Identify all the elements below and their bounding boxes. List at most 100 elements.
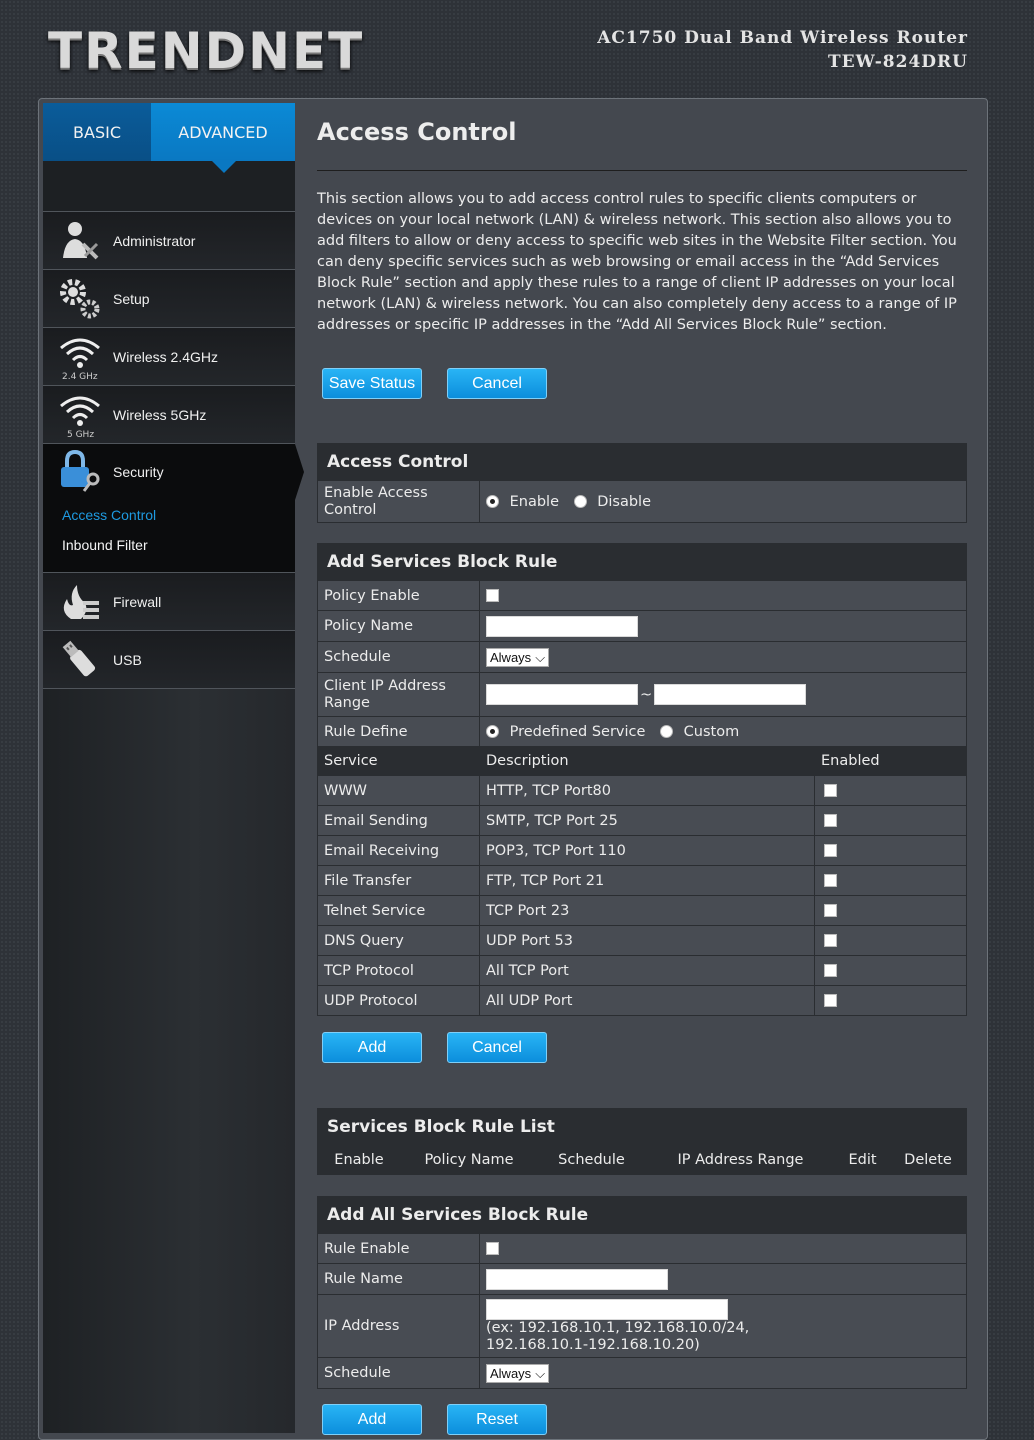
custom-radio[interactable] [660,725,674,738]
model-name: AC1750 Dual Band Wireless Router [597,28,968,48]
table-row: Telnet Service TCP Port 23 [317,895,967,926]
wifi-5-icon: 5 GHz [57,392,105,440]
policy-enable-checkbox[interactable] [486,589,499,602]
service-enabled-checkbox[interactable] [824,874,837,887]
ip-range-start-input[interactable] [486,684,638,705]
column-header-delete: Delete [889,1145,967,1175]
usb-icon [57,637,105,683]
add-all-rule-button[interactable]: Add [322,1404,422,1435]
predefined-service-label: Predefined Service [509,723,646,740]
ip-address-hint: (ex: 192.168.10.1, 192.168.10.0/24, 192.… [486,1319,750,1353]
rule-enable-checkbox[interactable] [486,1242,499,1255]
save-status-button[interactable]: Save Status [322,368,422,399]
service-enabled-checkbox[interactable] [824,814,837,827]
model-info: AC1750 Dual Band Wireless Router TEW-824… [597,26,968,74]
service-enabled-checkbox[interactable] [824,784,837,797]
lock-icon [57,449,105,495]
table-row: TCP Protocol All TCP Port [317,955,967,986]
sidebar-subitem-access-control[interactable]: Access Control [43,500,295,530]
mode-tabs: BASIC ADVANCED [43,103,295,173]
tab-basic[interactable]: BASIC [43,103,151,161]
wifi-band-label: 5 GHz [67,430,94,438]
table-row: WWW HTTP, TCP Port80 [317,775,967,806]
service-description: POP3, TCP Port 110 [479,835,815,866]
ip-address-input[interactable] [486,1298,728,1320]
policy-name-input[interactable] [486,615,638,637]
service-name: DNS Query [317,925,480,956]
rule-define-label: Rule Define [317,716,480,747]
table-row: UDP Protocol All UDP Port [317,985,967,1016]
service-description: UDP Port 53 [479,925,815,956]
rule-name-input[interactable] [486,1268,668,1290]
service-enabled-checkbox[interactable] [824,904,837,917]
enable-access-control-label: Enable Access Control [317,480,480,523]
column-header-description: Description [479,746,815,776]
sidebar-divider [43,688,295,689]
add-rule-button[interactable]: Add [322,1032,422,1063]
schedule-select[interactable]: Always ⌵ [486,647,550,667]
column-header-schedule: Schedule [537,1145,646,1175]
sidebar-item-administrator[interactable]: Administrator [43,211,295,269]
service-name: Email Receiving [317,835,480,866]
service-description: All UDP Port [479,985,815,1016]
sidebar-item-label: Wireless 5GHz [113,406,207,423]
cancel-rule-button[interactable]: Cancel [447,1032,547,1063]
section-header: Add Services Block Rule [317,543,967,581]
column-header-enabled: Enabled [814,746,967,776]
enable-radio[interactable] [486,495,499,508]
sidebar-item-label: Setup [113,290,150,307]
disable-radio[interactable] [573,495,587,508]
cancel-button[interactable]: Cancel [447,368,547,399]
schedule-select[interactable]: Always ⌵ [486,1363,550,1383]
service-name: TCP Protocol [317,955,480,986]
enable-radio-label: Enable [509,493,559,510]
sidebar-item-label: Firewall [113,593,162,610]
sidebar-item-wireless-24[interactable]: 2.4 GHz Wireless 2.4GHz [43,327,295,385]
tab-advanced[interactable]: ADVANCED [151,103,295,173]
service-name: WWW [317,775,480,806]
custom-label: Custom [683,723,740,740]
section-header: Add All Services Block Rule [317,1196,967,1234]
service-description: HTTP, TCP Port80 [479,775,815,806]
policy-enable-label: Policy Enable [317,580,480,611]
administrator-icon [57,218,105,264]
rule-enable-label: Rule Enable [317,1233,480,1264]
service-enabled-checkbox[interactable] [824,934,837,947]
table-row: File Transfer FTP, TCP Port 21 [317,865,967,896]
status-buttons: Save Status Cancel [322,368,967,399]
wifi-24-icon: 2.4 GHz [57,334,105,382]
sidebar-item-label: Wireless 2.4GHz [113,348,219,365]
ip-range-end-input[interactable] [654,684,807,705]
schedule-label: Schedule [317,641,480,673]
predefined-service-radio[interactable] [486,725,499,738]
schedule-value: Always [490,649,532,665]
service-description: FTP, TCP Port 21 [479,865,815,896]
column-header-service: Service [317,746,480,776]
chevron-down-icon: ⌵ [535,649,546,665]
table-row: Email Receiving POP3, TCP Port 110 [317,835,967,866]
service-description: All TCP Port [479,955,815,986]
ip-address-label: IP Address [317,1294,480,1358]
client-ip-range-label: Client IP Address Range [317,672,480,717]
wifi-band-label: 2.4 GHz [62,372,98,380]
all-services-table: Add All Services Block Rule Rule Enable … [317,1196,967,1389]
sidebar-subitem-inbound-filter[interactable]: Inbound Filter [43,530,295,560]
service-enabled-checkbox[interactable] [824,844,837,857]
section-header: Services Block Rule List [317,1108,967,1146]
sidebar-item-usb[interactable]: USB [43,630,295,688]
chevron-down-icon: ⌵ [535,1365,546,1381]
service-enabled-checkbox[interactable] [824,964,837,977]
column-header-enable: Enable [317,1145,401,1175]
reset-button[interactable]: Reset [447,1404,547,1435]
section-header: Access Control [317,443,967,481]
tab-spacer [43,161,295,211]
sidebar-item-wireless-5[interactable]: 5 GHz Wireless 5GHz [43,385,295,443]
sidebar-item-firewall[interactable]: Firewall [43,572,295,630]
disable-radio-label: Disable [597,493,652,510]
gear-icon [57,276,105,322]
service-enabled-checkbox[interactable] [824,994,837,1007]
sidebar-item-label: USB [113,651,142,668]
sidebar-item-setup[interactable]: Setup [43,269,295,327]
table-row: DNS Query UDP Port 53 [317,925,967,956]
sidebar-item-security[interactable]: Security Access Control Inbound Filter [43,443,304,572]
